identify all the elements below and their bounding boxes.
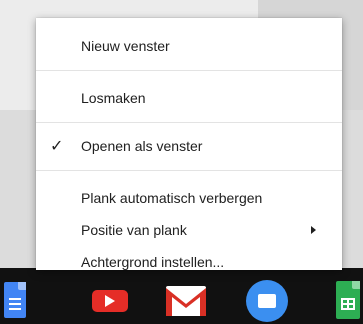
menu-separator bbox=[36, 122, 342, 123]
menu-item-label: Plank automatisch verbergen bbox=[81, 190, 263, 206]
shelf-app-sheets[interactable] bbox=[336, 280, 360, 320]
menu-separator bbox=[36, 170, 342, 171]
menu-item-label: Openen als venster bbox=[81, 138, 203, 154]
gmail-icon bbox=[166, 286, 206, 316]
submenu-arrow-icon bbox=[311, 226, 316, 234]
desktop: Nieuw venster Losmaken ✓ Openen als vens… bbox=[0, 0, 363, 324]
menu-separator bbox=[36, 70, 342, 71]
menu-item-shelf-position[interactable]: Positie van plank bbox=[36, 212, 342, 248]
menu-item-new-window[interactable]: Nieuw venster bbox=[36, 28, 342, 64]
menu-item-label: Losmaken bbox=[81, 90, 146, 106]
menu-item-label: Positie van plank bbox=[81, 222, 187, 238]
shelf-app-docs[interactable] bbox=[4, 280, 26, 320]
menu-item-label: Achtergrond instellen... bbox=[81, 254, 225, 270]
shelf-context-menu: Nieuw venster Losmaken ✓ Openen als vens… bbox=[36, 18, 342, 270]
menu-item-set-wallpaper[interactable]: Achtergrond instellen... bbox=[36, 244, 342, 280]
google-sheets-icon bbox=[336, 281, 360, 319]
shelf-app-youtube[interactable] bbox=[92, 290, 128, 312]
checkmark-icon: ✓ bbox=[50, 138, 64, 155]
shelf-app-files[interactable] bbox=[246, 280, 288, 322]
youtube-icon bbox=[92, 290, 128, 312]
menu-item-label: Nieuw venster bbox=[81, 38, 170, 54]
menu-item-unpin[interactable]: Losmaken bbox=[36, 80, 342, 116]
shelf-app-gmail[interactable] bbox=[166, 286, 206, 316]
google-docs-icon bbox=[4, 282, 26, 318]
menu-item-open-as-window[interactable]: ✓ Openen als venster bbox=[36, 128, 342, 164]
menu-item-autohide-shelf[interactable]: Plank automatisch verbergen bbox=[36, 180, 342, 216]
files-icon bbox=[246, 280, 288, 322]
